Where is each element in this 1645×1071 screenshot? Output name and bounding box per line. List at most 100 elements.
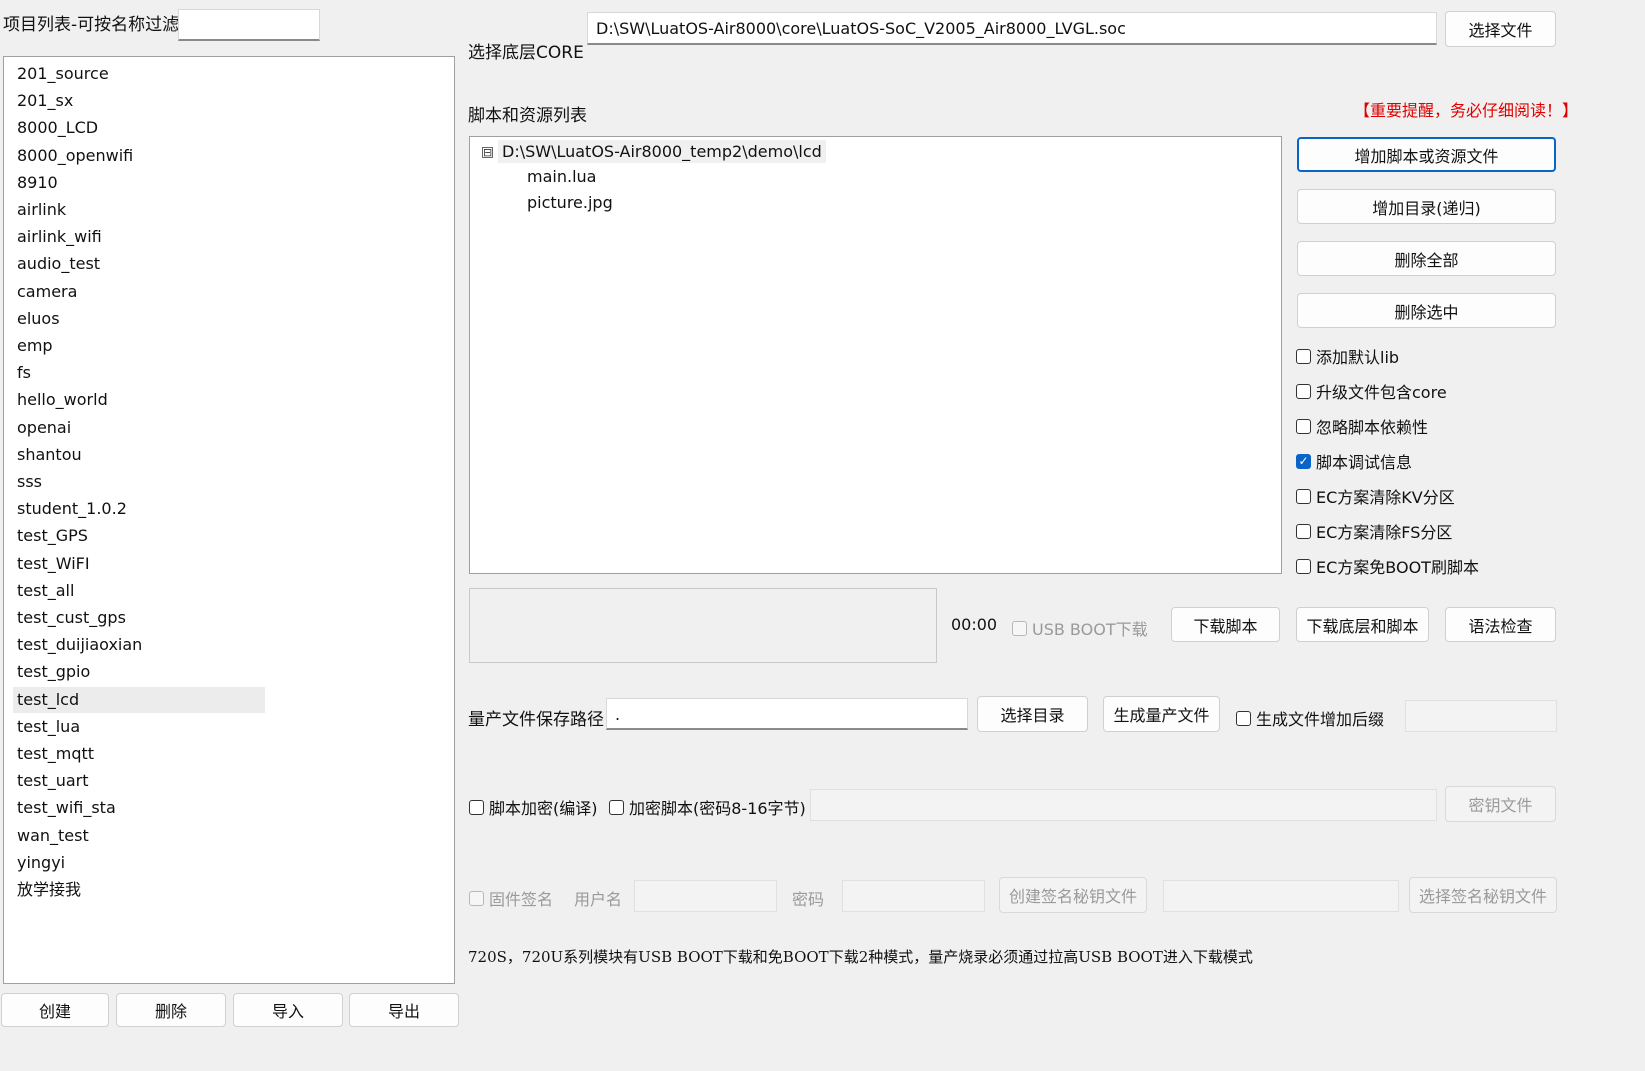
password-label: 密码 (792, 890, 825, 909)
project-list-item[interactable]: wan_test (13, 823, 265, 849)
add-suffix-checkbox[interactable]: 生成文件增加后缀 (1236, 706, 1384, 730)
import-project-button[interactable]: 导入 (233, 993, 343, 1027)
project-list-item[interactable]: shantou (13, 442, 265, 468)
generate-mass-file-button[interactable]: 生成量产文件 (1103, 696, 1220, 732)
checkbox-unchecked-icon (469, 890, 484, 906)
checkbox-unchecked-icon (1296, 383, 1311, 399)
project-list-item[interactable]: test_lcd (13, 686, 265, 713)
add-script-or-resource-button[interactable]: 增加脚本或资源文件 (1297, 137, 1556, 172)
project-list-item[interactable]: camera (13, 279, 265, 305)
project-list-item[interactable]: test_cust_gps (13, 605, 265, 631)
sign-key-path-input[interactable] (1163, 880, 1399, 912)
firmware-sign-label: 固件签名 (489, 890, 554, 909)
download-timer: 00:00 (951, 615, 998, 634)
project-list-item[interactable]: eluos (13, 306, 265, 332)
add-suffix-label: 生成文件增加后缀 (1256, 710, 1385, 729)
firmware-sign-checkbox[interactable]: 固件签名 (469, 886, 553, 910)
download-core-and-script-button[interactable]: 下载底层和脚本 (1296, 607, 1429, 642)
project-list-item[interactable]: test_duijiaoxian (13, 632, 265, 658)
project-list-item[interactable]: hello_world (13, 387, 265, 413)
project-list-item[interactable]: test_wifi_sta (13, 795, 265, 821)
checkbox-unchecked-icon (1296, 488, 1311, 504)
select-sign-key-button[interactable]: 选择签名秘钥文件 (1409, 877, 1557, 913)
project-list-item[interactable]: airlink_wifi (13, 224, 265, 250)
checkbox-unchecked-icon (1296, 418, 1311, 434)
key-file-button[interactable]: 密钥文件 (1445, 786, 1556, 822)
ec-clear-kv-label: EC方案清除KV分区 (1316, 488, 1455, 507)
project-list-item[interactable]: audio_test (13, 251, 265, 277)
project-list-item[interactable]: 8000_openwifi (13, 143, 265, 169)
project-list-item[interactable]: test_lua (13, 714, 265, 740)
ec-clear-fs-label: EC方案清除FS分区 (1316, 523, 1453, 542)
username-input[interactable] (634, 880, 777, 912)
project-list-item[interactable]: sss (13, 469, 265, 495)
export-project-button[interactable]: 导出 (349, 993, 459, 1027)
project-list-item[interactable]: 放学接我 (13, 877, 265, 903)
checkbox-checked-icon: ✓ (1296, 453, 1311, 469)
project-list[interactable]: 201_source 201_sx 8000_LCD 8000_openwifi 891… (3, 56, 455, 984)
add-default-lib-checkbox[interactable]: 添加默认lib (1296, 344, 1399, 368)
script-tree[interactable]: ⊟ D:\SW\LuatOS-Air8000_temp2\demo\lcd ma… (469, 136, 1282, 574)
usb-boot-download-label: USB BOOT下载 (1032, 620, 1148, 639)
delete-all-button[interactable]: 删除全部 (1297, 241, 1556, 276)
checkbox-unchecked-icon (1296, 558, 1311, 574)
usb-boot-download-checkbox[interactable]: USB BOOT下载 (1012, 616, 1148, 640)
project-list-item[interactable]: 8910 (13, 170, 265, 196)
add-directory-button[interactable]: 增加目录(递归) (1297, 189, 1556, 224)
project-list-item[interactable]: test_mqtt (13, 741, 265, 767)
project-list-item[interactable]: 201_sx (13, 88, 265, 114)
script-debug-info-checkbox[interactable]: ✓ 脚本调试信息 (1296, 449, 1412, 473)
project-list-item[interactable]: test_WiFI (13, 551, 265, 577)
tree-collapse-icon[interactable]: ⊟ (482, 147, 493, 158)
delete-project-button[interactable]: 删除 (116, 993, 226, 1027)
project-list-item[interactable]: test_GPS (13, 523, 265, 549)
project-list-item[interactable]: test_uart (13, 768, 265, 794)
delete-selected-button[interactable]: 删除选中 (1297, 293, 1556, 328)
important-notice-link[interactable]: 【重要提醒，务必仔细阅读！】 (1354, 97, 1578, 121)
project-list-item[interactable]: test_all (13, 578, 265, 604)
core-path-input[interactable]: D:\SW\LuatOS-Air8000\core\LuatOS-SoC_V20… (587, 12, 1437, 45)
password-input[interactable] (842, 880, 985, 912)
project-list-item[interactable]: student_1.0.2 (13, 496, 265, 522)
project-list-item[interactable]: 201_source (13, 61, 265, 87)
core-label: 选择底层CORE (468, 43, 584, 63)
compile-encrypt-label: 脚本加密(编译) (489, 799, 598, 818)
checkbox-unchecked-icon (1296, 348, 1311, 364)
tree-file-item[interactable]: picture.jpg (527, 193, 613, 212)
ignore-dependency-label: 忽略脚本依赖性 (1316, 418, 1429, 437)
create-sign-key-button[interactable]: 创建签名秘钥文件 (999, 877, 1147, 913)
progress-area (469, 588, 937, 663)
add-default-lib-label: 添加默认lib (1316, 348, 1400, 367)
ignore-dependency-checkbox[interactable]: 忽略脚本依赖性 (1296, 414, 1428, 438)
project-filter-input[interactable] (178, 9, 320, 41)
project-list-item[interactable]: test_gpio (13, 659, 265, 685)
syntax-check-button[interactable]: 语法检查 (1445, 607, 1556, 642)
select-core-file-button[interactable]: 选择文件 (1445, 11, 1556, 47)
suffix-input[interactable] (1405, 700, 1557, 732)
encrypt-key-input[interactable] (810, 789, 1437, 821)
project-list-item[interactable]: openai (13, 415, 265, 441)
checkbox-unchecked-icon (609, 799, 624, 815)
password-encrypt-checkbox[interactable]: 加密脚本(密码8-16字节) (609, 795, 806, 819)
mass-path-input[interactable]: . (606, 698, 968, 730)
compile-encrypt-checkbox[interactable]: 脚本加密(编译) (469, 795, 598, 819)
upgrade-include-core-checkbox[interactable]: 升级文件包含core (1296, 379, 1447, 403)
ec-clear-fs-checkbox[interactable]: EC方案清除FS分区 (1296, 519, 1452, 543)
project-list-item[interactable]: fs (13, 360, 265, 386)
checkbox-unchecked-icon (1296, 523, 1311, 539)
project-list-item[interactable]: emp (13, 333, 265, 359)
usb-boot-note: 720S，720U系列模块有USB BOOT下载和免BOOT下载2种模式，量产烧… (468, 948, 1253, 966)
checkbox-unchecked-icon (469, 799, 484, 815)
checkbox-unchecked-icon (1012, 620, 1027, 636)
tree-file-item[interactable]: main.lua (527, 167, 596, 186)
checkbox-unchecked-icon (1236, 710, 1251, 726)
download-script-button[interactable]: 下载脚本 (1171, 607, 1280, 642)
project-list-item[interactable]: airlink (13, 197, 265, 223)
ec-no-boot-checkbox[interactable]: EC方案免BOOT刷脚本 (1296, 554, 1479, 578)
select-directory-button[interactable]: 选择目录 (977, 696, 1088, 732)
project-list-item[interactable]: 8000_LCD (13, 115, 265, 141)
ec-clear-kv-checkbox[interactable]: EC方案清除KV分区 (1296, 484, 1455, 508)
create-project-button[interactable]: 创建 (1, 993, 109, 1027)
project-list-item[interactable]: yingyi (13, 850, 265, 876)
tree-root-folder[interactable]: D:\SW\LuatOS-Air8000_temp2\demo\lcd (498, 140, 826, 163)
